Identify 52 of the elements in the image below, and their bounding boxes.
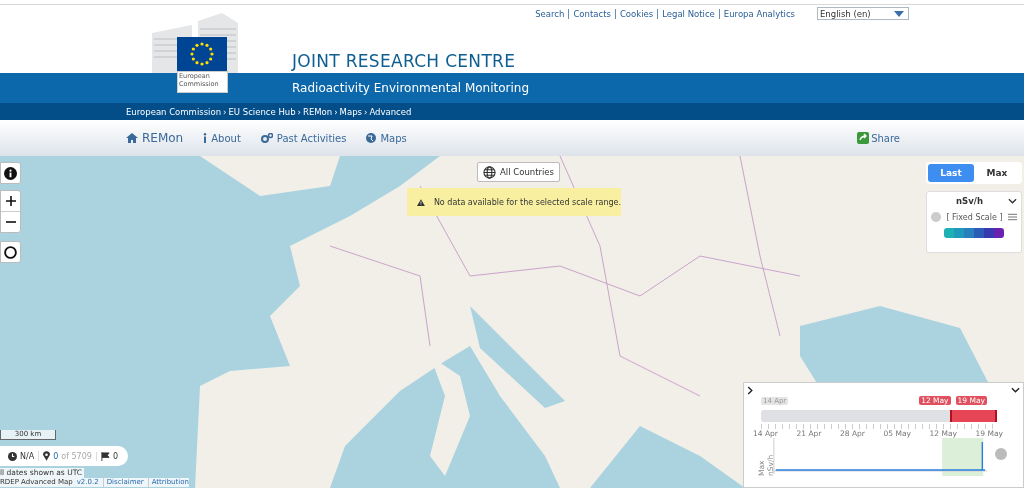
country-filter-button[interactable]: All Countries: [477, 162, 560, 182]
top-link[interactable]: Cookies: [615, 8, 658, 19]
breadcrumb-link[interactable]: EU Science Hub: [228, 106, 296, 117]
breadcrumb-link[interactable]: REMon: [303, 106, 333, 117]
breadcrumb-link[interactable]: Maps: [339, 106, 362, 117]
language-select[interactable]: English (en): [817, 7, 909, 20]
globe-icon: [366, 133, 377, 143]
nav-link[interactable]: REMon: [126, 131, 184, 145]
info-icon: [203, 133, 208, 143]
top-link[interactable]: Europa Analytics: [719, 8, 799, 19]
scale-mode-label: [ Fixed Scale ]: [946, 212, 1003, 222]
breadcrumb-separator: ›: [334, 106, 338, 117]
range-selection[interactable]: [949, 410, 997, 422]
ring-icon: [4, 245, 17, 259]
menu-icon[interactable]: [1008, 213, 1017, 221]
chevron-down-icon[interactable]: [1008, 198, 1017, 204]
share-icon: [857, 132, 870, 144]
caret-icon: [894, 10, 904, 17]
clock-icon: [8, 451, 17, 461]
chevron-right-icon[interactable]: [747, 385, 753, 395]
chevron-down-icon[interactable]: [1011, 387, 1020, 393]
plus-icon: [5, 196, 16, 206]
top-link[interactable]: Legal Notice: [658, 8, 719, 19]
reset-view-button[interactable]: [0, 241, 21, 263]
flag-icon: [100, 451, 110, 461]
gears-icon: [260, 133, 273, 143]
station-total: of 5709: [61, 451, 92, 461]
station-count: 0: [53, 451, 59, 461]
breadcrumb-separator: ›: [223, 106, 227, 117]
nav-link[interactable]: About: [203, 132, 241, 144]
globe-icon: [483, 165, 496, 179]
nav-link[interactable]: Maps: [366, 132, 407, 144]
breadcrumb-separator: ›: [364, 106, 368, 117]
top-link[interactable]: Contacts: [569, 8, 615, 19]
eu-flag-icon: [177, 37, 227, 71]
site-title: JOINT RESEARCH CENTRE: [292, 51, 516, 71]
minus-icon: [5, 221, 16, 223]
info-icon: [4, 166, 17, 180]
flag-count: 0: [112, 451, 118, 461]
pin-icon: [43, 451, 51, 461]
unit-label: nSv/h: [955, 196, 984, 206]
nav-link[interactable]: Past Activities: [260, 132, 347, 144]
breadcrumb-link[interactable]: Advanced: [369, 106, 412, 117]
home-icon: [126, 133, 138, 143]
breadcrumb-link[interactable]: European Commission: [126, 106, 222, 117]
notice-text: No data available for the selected scale range.: [433, 197, 621, 207]
site-subtitle: Radioactivity Environmental Monitoring: [292, 81, 530, 95]
share-link[interactable]: Share: [857, 132, 900, 144]
breadcrumb-separator: ›: [297, 106, 301, 117]
time-value: N/A: [20, 451, 35, 461]
info-button[interactable]: [0, 162, 21, 184]
top-link[interactable]: Search: [531, 8, 569, 19]
